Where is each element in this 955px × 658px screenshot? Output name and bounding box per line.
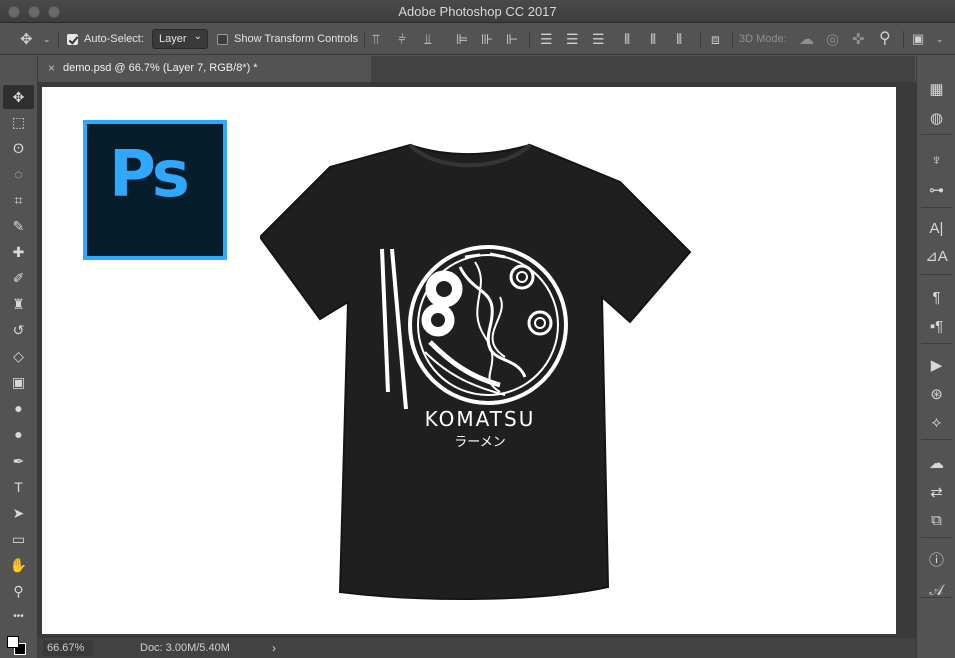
- 3d-rotate-icon[interactable]: ☁: [799, 32, 814, 47]
- panel-divider: [921, 537, 952, 538]
- auto-select-dropdown[interactable]: Layer ⌄: [152, 29, 208, 49]
- auto-select-check-box[interactable]: [67, 33, 78, 45]
- history-brush-tool[interactable]: ↺: [3, 318, 34, 342]
- chevron-down-icon[interactable]: ⌄: [936, 35, 944, 44]
- eraser-tool[interactable]: ◇: [3, 344, 34, 368]
- paths-panel-icon[interactable]: ⟡: [921, 410, 952, 436]
- dodge-tool[interactable]: ●: [3, 422, 34, 446]
- panel-divider: [921, 343, 952, 344]
- document-tab[interactable]: × demo.psd @ 66.7% (Layer 7, RGB/8*) *: [41, 56, 371, 82]
- title-bar: Adobe Photoshop CC 2017: [0, 0, 955, 23]
- zoom-level-field[interactable]: 66.67%: [43, 640, 93, 656]
- chevron-down-icon[interactable]: ⌄: [43, 35, 51, 44]
- crop-tool[interactable]: ⌗: [3, 188, 34, 212]
- logo-text: Ps: [109, 138, 190, 212]
- path-select-tool[interactable]: ➤: [3, 501, 34, 525]
- character-styles-panel-icon[interactable]: ⊿A: [921, 244, 952, 270]
- show-transform-checkbox[interactable]: Show Transform Controls: [217, 23, 358, 55]
- align-horizontal-center-icon[interactable]: ⊪: [481, 32, 493, 46]
- align-vertical-center-icon[interactable]: ⫩: [398, 32, 406, 46]
- distribute-left-icon[interactable]: ⦀: [624, 32, 630, 46]
- auto-select-label: Auto-Select:: [84, 33, 144, 45]
- panel-divider: [921, 207, 952, 208]
- quick-select-tool[interactable]: ◌: [3, 162, 34, 186]
- distribute-bottom-icon[interactable]: ☰: [592, 32, 605, 46]
- foreground-color-swatch[interactable]: [7, 636, 19, 648]
- tools-panel: ✥ ⬚ ʘ ◌ ⌗ ✎ ✚ ✐ ♜ ↺ ◇ ▣ ● ● ✒ T ➤ ▭ ✋ ⚲ •••: [0, 56, 38, 658]
- color-panel-icon[interactable]: ◍: [921, 106, 952, 132]
- align-top-icon[interactable]: ⫪: [372, 32, 380, 46]
- status-bar: 66.67% Doc: 3.00M/5.40M ›: [38, 638, 916, 658]
- app-title: Adobe Photoshop CC 2017: [398, 4, 557, 19]
- actions-panel-icon[interactable]: ▶: [921, 353, 952, 379]
- glyphs-panel-icon[interactable]: 𝒜: [921, 578, 952, 604]
- swatches-panel-icon[interactable]: ▦: [921, 77, 952, 103]
- document-tab-title: demo.psd @ 66.7% (Layer 7, RGB/8*) *: [63, 62, 258, 74]
- document-canvas[interactable]: Ps KOMATSU ラーメン: [42, 87, 896, 634]
- brush-tool[interactable]: ✐: [3, 266, 34, 290]
- align-right-icon[interactable]: ⊩: [506, 32, 518, 46]
- marquee-tool[interactable]: ⬚: [3, 110, 34, 134]
- distribute-vertical-center-icon[interactable]: ☰: [566, 32, 579, 46]
- shirt-brand-text: KOMATSU: [425, 407, 536, 431]
- healing-brush-tool[interactable]: ✚: [3, 240, 34, 264]
- auto-select-value: Layer: [159, 33, 187, 45]
- type-tool[interactable]: T: [3, 475, 34, 499]
- document-tab-bar: × demo.psd @ 66.7% (Layer 7, RGB/8*) *: [41, 56, 915, 82]
- 3d-drag-icon[interactable]: ✜: [852, 32, 865, 47]
- align-left-icon[interactable]: ⊫: [456, 32, 468, 46]
- panel-divider: [921, 274, 952, 275]
- chevron-down-icon: ⌄: [193, 31, 202, 42]
- move-tool[interactable]: ✥: [3, 85, 34, 109]
- brushes-panel-icon[interactable]: ♆: [921, 148, 952, 174]
- show-transform-check-box[interactable]: [217, 33, 228, 45]
- eyedropper-tool[interactable]: ✎: [3, 214, 34, 238]
- paragraph-panel-icon[interactable]: ¶: [921, 285, 952, 311]
- rectangle-tool[interactable]: ▭: [3, 527, 34, 551]
- close-tab-icon[interactable]: ×: [48, 61, 55, 75]
- character-panel-icon[interactable]: A|: [921, 216, 952, 242]
- history-panel-icon[interactable]: ⇄: [921, 480, 952, 506]
- color-swatches[interactable]: [5, 634, 31, 656]
- channels-panel-icon[interactable]: ⊛: [921, 382, 952, 408]
- blur-tool[interactable]: ●: [3, 396, 34, 420]
- align-bottom-icon[interactable]: ⫫: [424, 32, 432, 46]
- libraries-panel-icon[interactable]: ☁: [921, 451, 952, 477]
- paragraph-styles-panel-icon[interactable]: ▪¶: [921, 314, 952, 340]
- 3d-roll-icon[interactable]: ◎: [826, 32, 839, 47]
- distribute-right-icon[interactable]: ⦀: [676, 32, 682, 46]
- options-bar: ✥ ⌄ Auto-Select: Layer ⌄ Show Transform …: [0, 23, 955, 55]
- search-icon[interactable]: ⚲: [879, 31, 891, 47]
- clone-stamp-tool[interactable]: ♜: [3, 292, 34, 316]
- workspace-switcher-icon[interactable]: ▣: [912, 32, 924, 45]
- hand-tool[interactable]: ✋: [3, 553, 34, 577]
- show-transform-label: Show Transform Controls: [234, 33, 359, 45]
- panel-dock: ▦ ◍ ♆ ⊶ A| ⊿A ¶ ▪¶ ▶ ⊛ ⟡ ☁ ⇄ ⧉ ⓘ 𝒜: [916, 56, 955, 658]
- lasso-tool[interactable]: ʘ: [3, 136, 34, 160]
- photoshop-logo: Ps: [83, 120, 227, 260]
- info-panel-icon[interactable]: ⓘ: [921, 548, 952, 574]
- move-tool-preset-icon[interactable]: ✥: [20, 32, 33, 47]
- distribute-horizontal-center-icon[interactable]: ⦀: [650, 32, 656, 46]
- more-tools[interactable]: •••: [3, 605, 34, 629]
- panel-divider: [921, 134, 952, 135]
- document-size-info[interactable]: Doc: 3.00M/5.40M: [140, 642, 230, 654]
- pen-tool[interactable]: ✒: [3, 449, 34, 473]
- shirt-subtitle-text: ラーメン: [454, 435, 505, 450]
- 3d-mode-label: 3D Mode:: [739, 33, 787, 45]
- status-menu-arrow[interactable]: ›: [272, 641, 276, 655]
- auto-align-layers-icon[interactable]: ⧈: [711, 32, 720, 46]
- zoom-tool[interactable]: ⚲: [3, 579, 34, 603]
- layer-comps-panel-icon[interactable]: ⧉: [921, 508, 952, 534]
- distribute-top-icon[interactable]: ☰: [540, 32, 553, 46]
- tshirt-mockup: KOMATSU ラーメン: [260, 143, 692, 600]
- gradient-tool[interactable]: ▣: [3, 370, 34, 394]
- auto-select-checkbox[interactable]: Auto-Select:: [67, 23, 144, 55]
- tshirt-shape: [260, 143, 692, 600]
- adjustments-panel-icon[interactable]: ⊶: [921, 178, 952, 204]
- panel-divider: [921, 439, 952, 440]
- canvas-area[interactable]: Ps KOMATSU ラーメン: [38, 82, 916, 638]
